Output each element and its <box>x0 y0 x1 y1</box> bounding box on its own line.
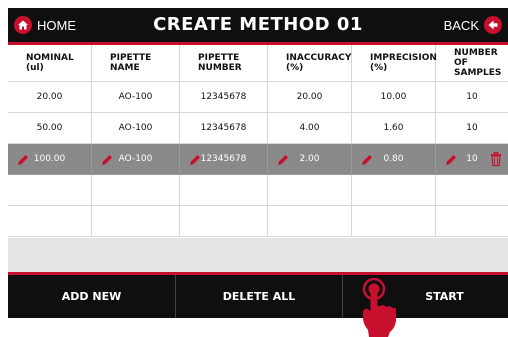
pencil-icon[interactable] <box>276 153 290 167</box>
table-row-empty <box>8 175 508 206</box>
table-row[interactable]: 50.00 AO-100 12345678 4.00 1.60 10 <box>8 113 508 144</box>
table-cell-inaccuracy[interactable]: 2.00 <box>268 144 352 175</box>
pencil-icon[interactable] <box>100 153 114 167</box>
column-header-nominal: NOMINAL (ul) <box>8 45 92 82</box>
table-cell-pipette-name[interactable]: AO-100 <box>92 113 180 144</box>
column-header-inaccuracy: INACCURACY (%) <box>268 45 352 82</box>
table-cell-pipette-number[interactable]: 12345678 <box>180 113 268 144</box>
table-cell-pipette-name[interactable]: AO-100 <box>92 82 180 113</box>
column-header-pipette-name: PIPETTE NAME <box>92 45 180 82</box>
hand-pointer-icon <box>362 277 396 337</box>
add-new-button[interactable]: ADD NEW <box>8 275 176 318</box>
back-arrow-icon <box>484 16 502 34</box>
table-cell-imprecision[interactable]: 0.80 <box>352 144 436 175</box>
column-header-pipette-number: PIPETTE NUMBER <box>180 45 268 82</box>
table-cell-number-of-samples[interactable]: 10 <box>436 113 508 144</box>
table-cell-inaccuracy[interactable]: 20.00 <box>268 82 352 113</box>
table-cell-nominal[interactable]: 100.00 <box>8 144 92 175</box>
footer-bar: ADD NEW DELETE ALL START <box>8 275 508 318</box>
table-row-empty <box>8 206 508 237</box>
column-header-number-of-samples: NUMBER OF SAMPLES <box>436 45 508 82</box>
table-cell-number-of-samples[interactable]: 10 <box>436 144 508 175</box>
header-bar: HOME CREATE METHOD 01 BACK <box>8 8 508 42</box>
table-cell-pipette-number[interactable]: 12345678 <box>180 82 268 113</box>
table-cell-imprecision[interactable]: 1.60 <box>352 113 436 144</box>
pencil-icon[interactable] <box>360 153 374 167</box>
pencil-icon[interactable] <box>444 153 458 167</box>
method-table: NOMINAL (ul) PIPETTE NAME PIPETTE NUMBER IN… <box>8 45 508 237</box>
table-row-selected[interactable]: 100.00 AO-100 12345678 2.00 0.80 10 <box>8 144 508 175</box>
table-cell-pipette-name[interactable]: AO-100 <box>92 144 180 175</box>
pencil-icon[interactable] <box>188 153 202 167</box>
table-row[interactable]: 20.00 AO-100 12345678 20.00 10.00 10 <box>8 82 508 113</box>
page-title: CREATE METHOD 01 <box>153 14 363 35</box>
column-header-imprecision: IMPRECISION (%) <box>352 45 437 82</box>
start-label: START <box>425 290 464 303</box>
trash-icon[interactable] <box>490 152 502 166</box>
table-header-row: NOMINAL (ul) PIPETTE NAME PIPETTE NUMBER IN… <box>8 45 508 82</box>
table-cell-nominal[interactable]: 50.00 <box>8 113 92 144</box>
table-cell-nominal[interactable]: 20.00 <box>8 82 92 113</box>
create-method-screen: HOME CREATE METHOD 01 BACK NOMINAL (ul) P… <box>8 8 508 318</box>
table-cell-number-of-samples[interactable]: 10 <box>436 82 508 113</box>
table-cell-pipette-number[interactable]: 12345678 <box>180 144 268 175</box>
empty-list-area <box>8 238 508 272</box>
back-label: BACK <box>443 17 479 33</box>
delete-all-button[interactable]: DELETE ALL <box>176 275 343 318</box>
back-button[interactable]: BACK <box>444 14 502 36</box>
pencil-icon[interactable] <box>16 153 30 167</box>
table-cell-imprecision[interactable]: 10.00 <box>352 82 436 113</box>
table-cell-inaccuracy[interactable]: 4.00 <box>268 113 352 144</box>
